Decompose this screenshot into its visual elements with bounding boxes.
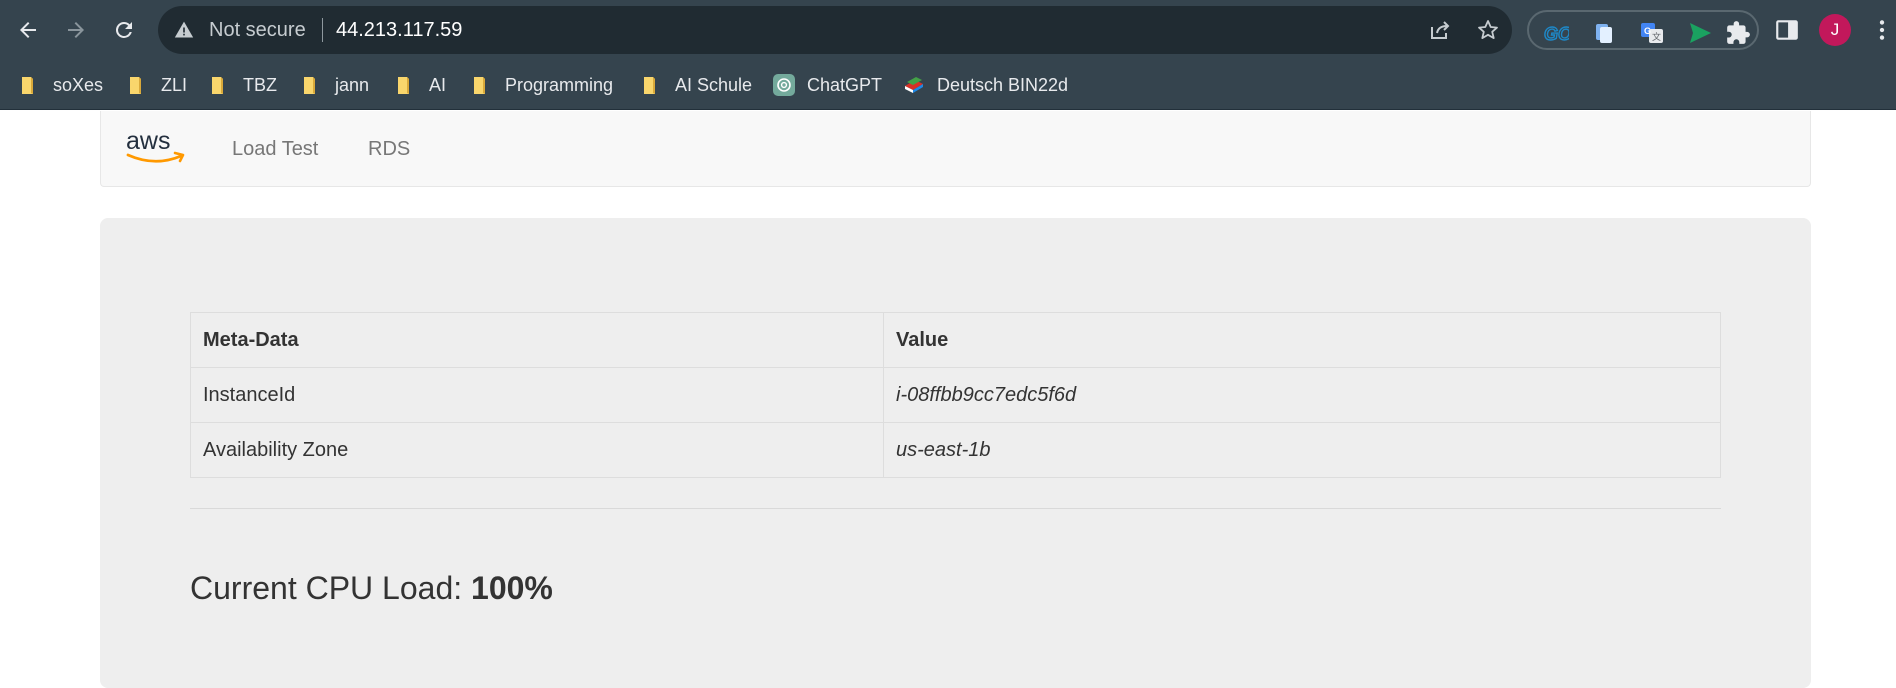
cpu-load-value: 100% [471,570,553,606]
aws-logo[interactable]: aws [125,129,189,169]
extension-go[interactable]: GO [1543,20,1569,46]
warning-icon [174,21,194,38]
bookmark-label: TBZ [243,74,277,95]
table-row: InstanceId i-08ffbb9cc7edc5f6d [190,367,1721,423]
column-header-meta-data: Meta-Data [190,312,884,368]
bookmark-label: Programming [505,74,614,95]
go-extension-icon: GO [1543,23,1569,44]
reload-button[interactable] [106,12,142,48]
cpu-load-heading: Current CPU Load: 100% [190,570,553,607]
extension-translate[interactable]: G文 [1639,20,1665,46]
star-icon [1478,20,1498,39]
bookmark-chatgpt[interactable]: ChatGPT [773,70,882,100]
folder-icon [471,74,493,96]
bookmark-tbz[interactable]: TBZ [209,70,277,100]
extension-copy[interactable] [1591,20,1617,46]
bookmark-label: jann [335,74,370,95]
site-navbar: aws Load Test RDS [100,111,1811,187]
forward-button[interactable] [58,12,94,48]
web-page: aws Load Test RDS Meta-Data Value Instan… [0,111,1896,688]
arrow-right-icon [68,22,84,38]
bookmark-label: Deutsch BIN22d [937,74,1069,95]
security-status[interactable]: Not secure [209,17,306,43]
extension-send[interactable] [1687,20,1713,46]
url-text[interactable]: 44.213.117.59 [336,17,462,43]
folder-icon [19,74,41,96]
address-bar[interactable]: Not secure 44.213.117.59 [158,6,1512,54]
metadata-table: Meta-Data Value InstanceId i-08ffbb9cc7e… [190,312,1721,478]
back-button[interactable] [10,12,46,48]
puzzle-icon [1727,21,1750,44]
svg-text:GO: GO [1544,24,1569,44]
table-row: Availability Zone us-east-1b [190,422,1721,478]
bookmark-label: AI [429,74,447,95]
arrow-left-icon [20,22,36,38]
table-header-row: Meta-Data Value [190,312,1721,368]
share-button[interactable] [1428,18,1452,42]
folder-icon [301,74,323,96]
chatgpt-icon [773,74,795,96]
profile-avatar[interactable]: J [1819,14,1851,46]
metadata-key: InstanceId [190,367,884,423]
books-icon [903,74,925,96]
folder-icon [209,74,231,96]
bookmarks-bar: soXes ZLI TBZ jann AI Programming AI Sch… [0,60,1896,110]
folder-icon [127,74,149,96]
reload-icon [116,22,132,38]
bookmark-label: ChatGPT [807,74,883,95]
nav-link-load-test[interactable]: Load Test [232,138,318,161]
bookmark-label: AI Schule [675,74,753,95]
cpu-load-label: Current CPU Load: [190,570,472,606]
extensions-menu-button[interactable] [1725,20,1751,46]
divider [322,18,323,42]
bookmark-programming[interactable]: Programming [471,70,613,100]
nav-link-rds[interactable]: RDS [368,138,410,161]
bookmark-zli[interactable]: ZLI [127,70,187,100]
svg-text:文: 文 [1652,31,1661,42]
folder-icon [641,74,663,96]
bookmark-deutsch-bin22d[interactable]: Deutsch BIN22d [903,70,1068,100]
bookmark-jann[interactable]: jann [301,70,369,100]
side-panel-icon [1776,20,1798,40]
share-icon [1431,21,1450,39]
translate-extension-icon: G文 [1641,23,1663,43]
bookmark-star-button[interactable] [1476,18,1500,42]
browser-menu-button[interactable] [1869,17,1895,43]
folder-icon [395,74,417,96]
bookmark-ai[interactable]: AI [395,70,446,100]
svg-text:G: G [1644,26,1651,36]
side-panel-button[interactable] [1774,17,1800,43]
bookmark-label: ZLI [161,74,188,95]
copy-extension-icon [1596,24,1612,43]
column-header-value: Value [883,312,1721,368]
extensions-group: GO G文 [1527,10,1759,50]
metadata-value: us-east-1b [883,422,1721,478]
metadata-value: i-08ffbb9cc7edc5f6d [883,367,1721,423]
more-vertical-icon [1879,20,1885,40]
svg-text:aws: aws [126,129,170,155]
browser-toolbar: Not secure 44.213.117.59 GO G文 J [0,0,1896,60]
send-extension-icon [1690,23,1711,43]
bookmark-label: soXes [53,74,104,95]
horizontal-divider [190,508,1721,509]
content-panel: Meta-Data Value InstanceId i-08ffbb9cc7e… [100,218,1811,688]
bookmark-ai-schule[interactable]: AI Schule [641,70,752,100]
metadata-key: Availability Zone [190,422,884,478]
bookmark-soxes[interactable]: soXes [19,70,103,100]
